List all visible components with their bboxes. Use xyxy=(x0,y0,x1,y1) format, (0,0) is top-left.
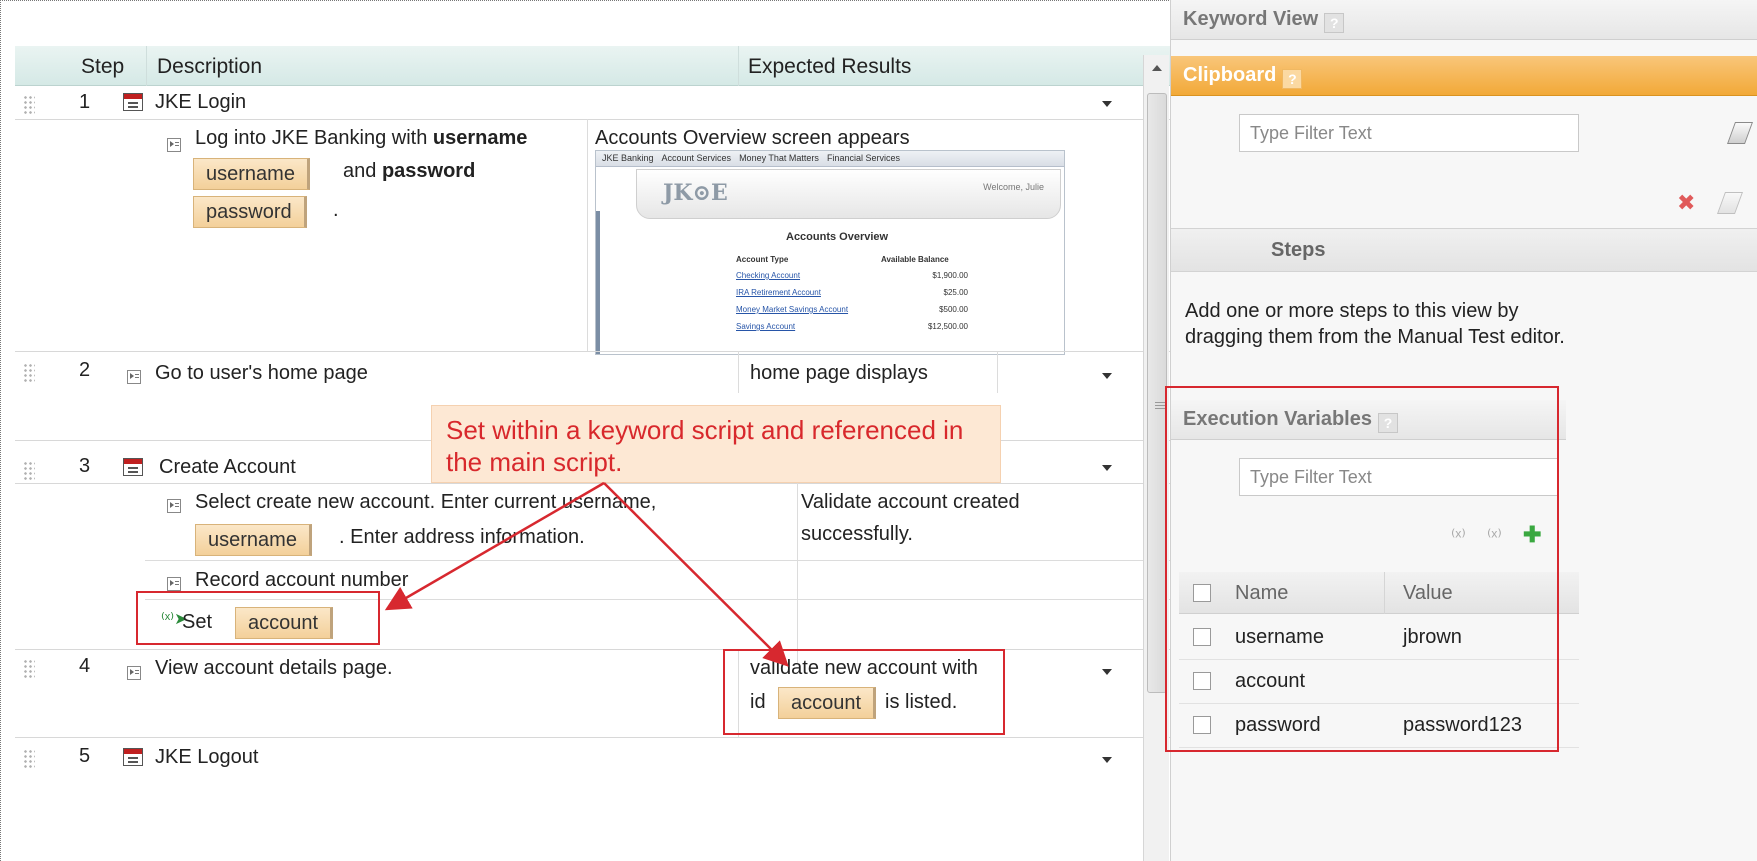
annotation-box-execution-variables xyxy=(1165,386,1559,752)
clipboard-info-text: Add one or more steps to this view by dr… xyxy=(1185,300,1565,348)
help-icon[interactable]: ? xyxy=(1282,69,1303,89)
delete-icon[interactable]: ✖ xyxy=(1677,190,1695,216)
right-panel: Keyword View? Clipboard? Type Filter Tex… xyxy=(1165,0,1757,861)
annotation-arrows xyxy=(384,481,789,667)
keyword-view-header[interactable]: Keyword View? xyxy=(1171,0,1757,40)
clear-filter-icon[interactable] xyxy=(1726,122,1754,144)
help-icon[interactable]: ? xyxy=(1324,13,1345,33)
edit-icon[interactable] xyxy=(1716,192,1744,214)
manual-test-editor: Step Description Expected Results 1 JKE … xyxy=(0,0,1305,861)
clipboard-filter-input[interactable]: Type Filter Text xyxy=(1239,114,1579,152)
steps-header: Steps xyxy=(1171,228,1757,272)
clipboard-header[interactable]: Clipboard? xyxy=(1171,56,1757,96)
